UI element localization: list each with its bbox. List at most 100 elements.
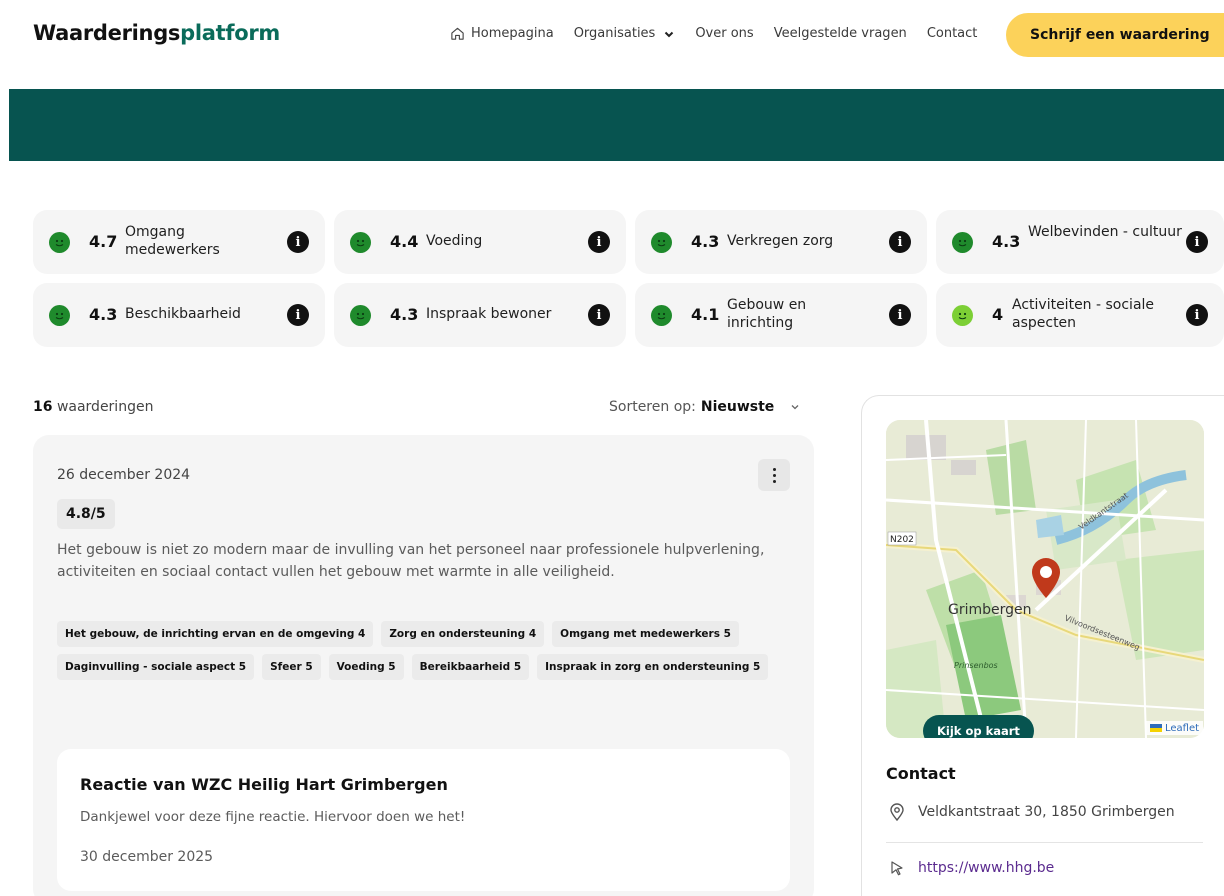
review-tag: Voeding 5: [328, 654, 404, 680]
score-value: 4.3: [992, 232, 1021, 251]
nav-about[interactable]: Over ons: [695, 26, 753, 41]
contact-address: Veldkantstraat 30, 1850 Grimbergen: [889, 803, 1175, 821]
score-card: 4 Activiteiten - sociale aspecten i: [936, 283, 1224, 347]
nav-organisations-label: Organisaties: [573, 26, 656, 41]
write-review-button[interactable]: Schrijf een waardering: [1006, 13, 1224, 57]
smiley-icon: [952, 305, 973, 326]
info-icon[interactable]: i: [287, 231, 309, 253]
info-icon[interactable]: i: [1186, 304, 1208, 326]
nav-contact[interactable]: Contact: [927, 26, 978, 41]
score-value: 4.3: [390, 305, 419, 324]
info-icon[interactable]: i: [1186, 231, 1208, 253]
map-attribution[interactable]: Leaflet: [1146, 721, 1204, 735]
website-link[interactable]: https://www.hhg.be: [918, 860, 1054, 876]
score-label: Welbevinden - cultuur: [1028, 224, 1182, 240]
review-tag: Bereikbaarheid 5: [411, 654, 530, 680]
review-tag: Zorg en ondersteuning 4: [381, 621, 545, 647]
review-count-label: waarderingen: [56, 399, 154, 415]
map-attribution-label: Leaflet: [1165, 722, 1200, 734]
sort-value: Nieuwste: [700, 399, 775, 415]
score-label: Beschikbaarheid: [125, 306, 241, 322]
review-tag: Daginvulling - sociale aspect 5: [57, 654, 255, 680]
info-icon[interactable]: i: [889, 304, 911, 326]
score-label: Gebouw en inrichting: [727, 297, 807, 331]
review-text: Het gebouw is niet zo modern maar de inv…: [57, 542, 765, 580]
score-card: 4.3 Inspraak bewoner i: [334, 283, 626, 347]
nav-about-label: Over ons: [695, 26, 754, 41]
home-icon: [451, 27, 464, 40]
reply-text: Dankjewel voor deze fijne reactie. Hierv…: [80, 809, 466, 825]
divider: [886, 842, 1203, 843]
map-park-label: Prinsenbos: [954, 661, 998, 670]
map-road-label: N202: [890, 535, 914, 545]
map-place-label: Grimbergen: [948, 602, 1032, 618]
score-value: 4.7: [89, 232, 118, 251]
nav-home-label: Homepagina: [471, 26, 554, 41]
map-tiles: N202 Grimbergen Veldkantstraat Vilvoords…: [886, 420, 1204, 738]
score-label: Omgang medewerkers: [125, 224, 220, 258]
sort-dropdown[interactable]: Sorteren op: Nieuwste: [609, 399, 800, 415]
review-card: 26 december 2024 4.8/5 Het gebouw is nie…: [33, 435, 814, 896]
score-value: 4.1: [691, 305, 720, 324]
score-value: 4.3: [89, 305, 118, 324]
view-map-button[interactable]: Kijk op kaart: [923, 715, 1034, 738]
organisation-reply: Reactie van WZC Heilig Hart Grimbergen D…: [57, 749, 790, 891]
score-value: 4.3: [691, 232, 720, 251]
hero-banner: [9, 89, 1224, 161]
chevron-down-icon: [665, 31, 674, 37]
review-count: 16 waarderingen: [33, 399, 153, 415]
nav-faq-label: Veelgestelde vragen: [773, 26, 907, 41]
score-card: 4.4 Voeding i: [334, 210, 626, 274]
nav-home[interactable]: Homepagina: [450, 26, 554, 41]
smiley-icon: [651, 232, 672, 253]
score-label: Voeding: [426, 233, 483, 249]
location-pin-icon: [890, 803, 904, 821]
score-label: Activiteiten - sociale aspecten: [1012, 297, 1155, 331]
logo-accent: platform: [180, 21, 280, 45]
score-card: 4.3 Beschikbaarheid i: [33, 283, 325, 347]
site-header: Waarderingsplatform Homepagina Organisat…: [0, 0, 1224, 88]
review-date: 26 december 2024: [57, 467, 191, 483]
contact-heading: Contact: [886, 764, 956, 783]
contact-website[interactable]: https://www.hhg.be: [889, 860, 1054, 876]
score-label: Inspraak bewoner: [426, 306, 552, 322]
review-count-number: 16: [33, 399, 53, 415]
nav-contact-label: Contact: [926, 26, 978, 41]
ukraine-flag-icon: [1150, 724, 1162, 732]
score-card: 4.7 Omgang medewerkers i: [33, 210, 325, 274]
review-tag: Sfeer 5: [262, 654, 321, 680]
logo[interactable]: Waarderingsplatform: [33, 21, 280, 45]
score-card: 4.1 Gebouw en inrichting i: [635, 283, 927, 347]
review-tag: Omgang met medewerkers 5: [552, 621, 739, 647]
nav-organisations[interactable]: Organisaties: [574, 26, 676, 41]
score-value: 4: [992, 305, 1004, 324]
score-card: 4.3 Verkregen zorg i: [635, 210, 927, 274]
more-options-button[interactable]: [758, 459, 790, 491]
main-nav: Homepagina Organisaties Over ons Veelges…: [450, 26, 997, 41]
nav-faq[interactable]: Veelgestelde vragen: [774, 26, 907, 41]
review-tag: Het gebouw, de inrichting ervan en de om…: [57, 621, 374, 647]
reply-title: Reactie van WZC Heilig Hart Grimbergen: [80, 775, 448, 794]
address-text: Veldkantstraat 30, 1850 Grimbergen: [918, 804, 1175, 820]
review-score-badge: 4.8/5: [57, 499, 115, 529]
smiley-icon: [651, 305, 672, 326]
review-tag: Inspraak in zorg en ondersteuning 5: [537, 654, 769, 680]
score-card: 4.3 Welbevinden - cultuur i: [936, 210, 1224, 274]
info-icon[interactable]: i: [287, 304, 309, 326]
score-value: 4.4: [390, 232, 419, 251]
chevron-down-icon: [791, 405, 799, 410]
smiley-icon: [49, 305, 70, 326]
smiley-icon: [350, 305, 371, 326]
score-label: Verkregen zorg: [727, 233, 834, 249]
info-icon[interactable]: i: [588, 304, 610, 326]
cursor-pointer-icon: [891, 861, 903, 876]
smiley-icon: [49, 232, 70, 253]
review-tags: Het gebouw, de inrichting ervan en de om…: [57, 621, 797, 680]
logo-main: Waarderings: [33, 21, 181, 45]
smiley-icon: [350, 232, 371, 253]
location-map[interactable]: N202 Grimbergen Veldkantstraat Vilvoords…: [886, 420, 1204, 738]
info-icon[interactable]: i: [588, 231, 610, 253]
smiley-icon: [952, 232, 973, 253]
sort-label: Sorteren op:: [609, 399, 696, 415]
info-icon[interactable]: i: [889, 231, 911, 253]
